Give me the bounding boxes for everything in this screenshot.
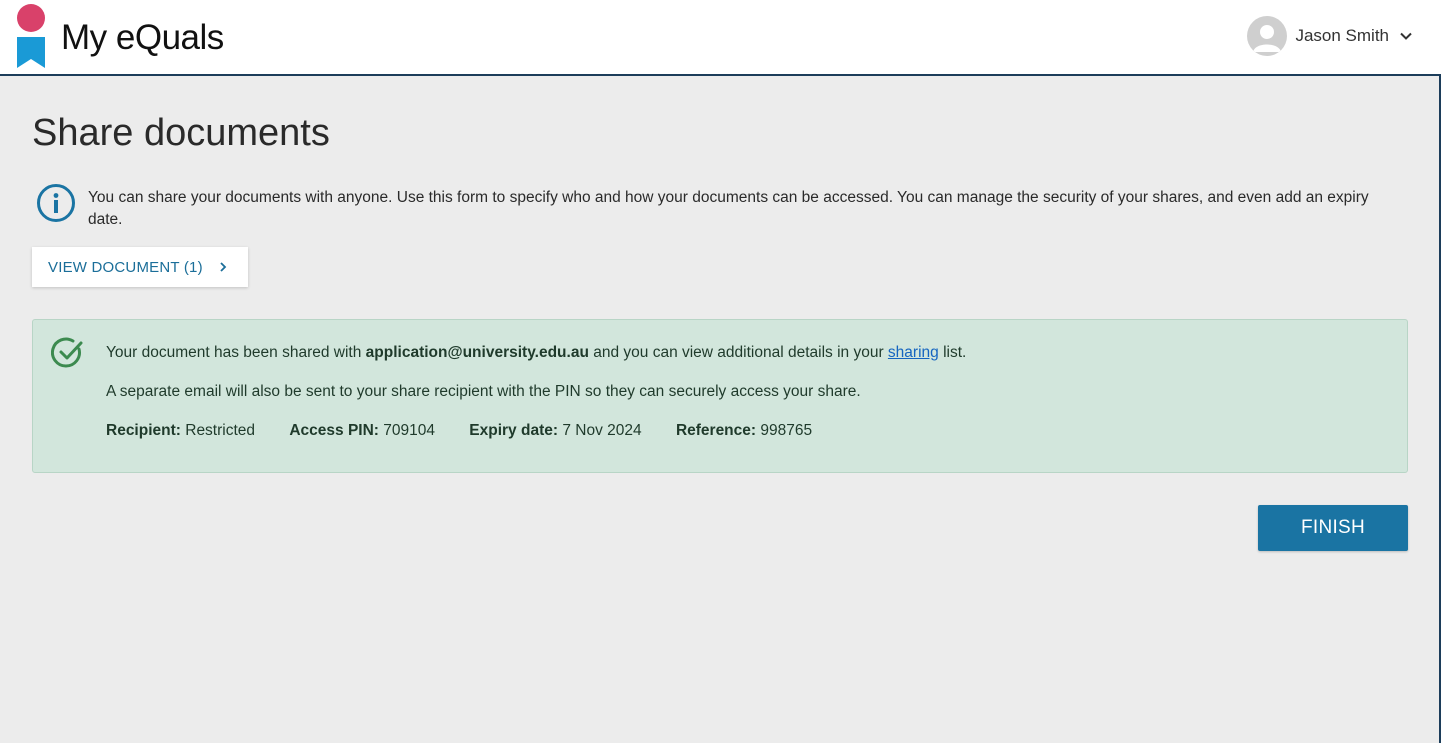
recipient-value: Restricted xyxy=(180,422,256,439)
reference-value: 998765 xyxy=(756,422,813,439)
chevron-right-icon xyxy=(220,262,227,272)
pin-email-notice: A separate email will also be sent to yo… xyxy=(106,383,861,400)
confirmation-middle: and you can view additional details in y… xyxy=(588,344,888,361)
info-text: You can share your documents with anyone… xyxy=(88,189,1369,228)
logo-text: My eQuals xyxy=(61,18,224,57)
info-icon xyxy=(37,184,75,222)
reference-detail: Reference: 998765 xyxy=(676,422,812,440)
share-success-panel: Your document has been shared with appli… xyxy=(32,319,1408,473)
user-avatar-icon xyxy=(1247,16,1288,56)
finish-button[interactable]: FINISH xyxy=(1258,505,1408,551)
recipient-label: Recipient: xyxy=(106,422,181,439)
user-name: Jason Smith xyxy=(1295,26,1389,45)
confirmation-prefix: Your document has been shared with xyxy=(106,344,366,361)
app-header: My eQuals Jason Smith xyxy=(0,0,1441,76)
recipient-detail: Recipient: Restricted xyxy=(106,422,255,440)
share-details: Recipient: Restricted Access PIN: 709104… xyxy=(106,422,842,440)
confirmation-suffix: list. xyxy=(938,344,967,361)
access-pin-label: Access PIN: xyxy=(289,422,379,439)
view-document-button[interactable]: VIEW DOCUMENT (1) xyxy=(32,247,248,287)
check-circle-icon xyxy=(51,337,83,368)
expiry-date-detail: Expiry date: 7 Nov 2024 xyxy=(469,422,641,440)
sharing-list-link[interactable]: sharing xyxy=(888,344,939,361)
expiry-date-label: Expiry date: xyxy=(469,422,559,439)
access-pin-detail: Access PIN: 709104 xyxy=(289,422,435,440)
chevron-down-icon[interactable] xyxy=(1399,29,1413,43)
access-pin-value: 709104 xyxy=(378,422,435,439)
expiry-date-value: 7 Nov 2024 xyxy=(558,422,642,439)
my-equals-logo[interactable]: My eQuals xyxy=(16,4,236,70)
logo-mark-icon xyxy=(17,4,45,68)
reference-label: Reference: xyxy=(675,422,757,439)
recipient-email: application@university.edu.au xyxy=(365,344,589,361)
share-confirmation-text: Your document has been shared with appli… xyxy=(106,344,966,362)
view-document-label: VIEW DOCUMENT (1) xyxy=(48,258,203,276)
page-title: Share documents xyxy=(32,112,330,154)
user-menu[interactable]: Jason Smith xyxy=(1247,16,1413,56)
